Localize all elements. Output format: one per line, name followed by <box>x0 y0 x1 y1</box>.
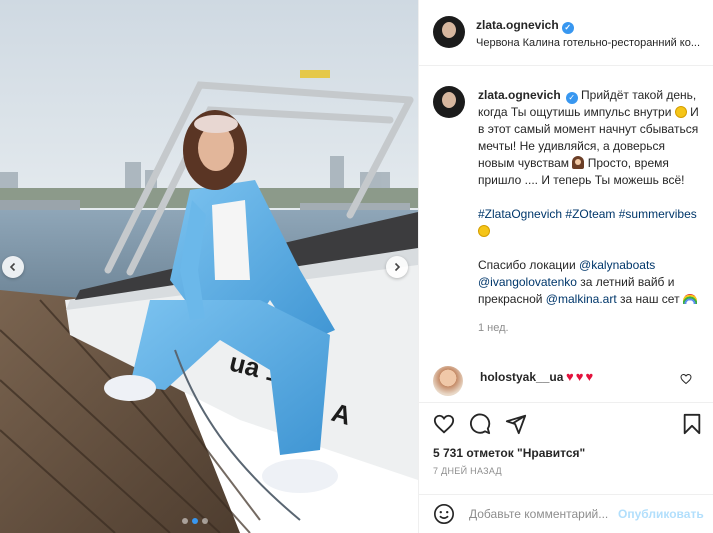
hashtag-link[interactable]: #ZlataOgnevich <box>478 207 562 221</box>
hashtags: #ZlataOgnevich #ZOteam #summervibes <box>478 206 702 240</box>
share-icon[interactable] <box>505 413 527 435</box>
likes-count[interactable]: 5 731 отметок "Нравится" <box>433 446 585 460</box>
publish-comment-button[interactable]: Опубликовать <box>618 507 704 521</box>
author-avatar[interactable] <box>433 16 465 48</box>
carousel-dot <box>182 518 188 524</box>
commenter-username[interactable]: holostyak__ua <box>480 370 563 384</box>
post-photo: ua 120 A <box>0 0 418 533</box>
heart-icon[interactable] <box>433 413 455 435</box>
caption-body: zlata.ognevich ✓ Прийдёт такой день, когд… <box>478 87 702 189</box>
thanks-text: Спасибо локации @kalynaboats @ivangolova… <box>478 257 702 308</box>
caption-time[interactable]: 1 нед. <box>478 320 702 337</box>
commenter-avatar[interactable] <box>433 366 463 396</box>
carousel-dot <box>202 518 208 524</box>
woman-emoji <box>572 156 585 169</box>
post-actions: 5 731 отметок "Нравится" 7 ДНЕЙ НАЗАД <box>419 402 713 494</box>
next-photo-button[interactable] <box>386 256 408 278</box>
post-header: zlata.ognevich ✓ Червона Калина готельно-… <box>419 0 713 66</box>
author-username-line: zlata.ognevich ✓ <box>476 18 574 34</box>
comment-icon[interactable] <box>469 413 491 435</box>
post-date: 7 ДНЕЙ НАЗАД <box>433 466 502 476</box>
caption-username[interactable]: zlata.ognevich <box>478 88 561 102</box>
chevron-left-icon <box>9 262 16 272</box>
sun-emoji <box>478 225 490 237</box>
post-details-pane: zlata.ognevich ✓ Червона Калина готельно-… <box>418 0 713 533</box>
bookmark-icon[interactable] <box>682 413 702 435</box>
heart-icon[interactable] <box>680 373 692 385</box>
verified-icon: ✓ <box>565 92 578 104</box>
chevron-right-icon <box>394 262 401 272</box>
carousel-indicator <box>182 518 208 524</box>
comment-text: ♥♥♥ <box>566 369 596 384</box>
emoji-icon[interactable] <box>433 503 455 525</box>
caption-text: zlata.ognevich ✓ Прийдёт такой день, когд… <box>478 87 702 337</box>
thanks-prefix: Спасибо локации <box>478 258 576 272</box>
comments-section: zlata.ognevich ✓ Прийдёт такой день, когд… <box>419 66 713 402</box>
mention-link[interactable]: @ivangolovatenko <box>478 275 577 289</box>
thanks-suffix: за наш сет <box>620 292 680 306</box>
rainbow-emoji <box>682 294 697 304</box>
photo-scene: ua 120 A <box>0 0 418 533</box>
verified-icon: ✓ <box>561 22 574 34</box>
sun-emoji <box>674 106 687 118</box>
caption-avatar[interactable] <box>433 86 465 118</box>
mention-link[interactable]: @malkina.art <box>546 292 617 306</box>
post-location[interactable]: Червона Калина готельно-ресторанний ко..… <box>476 37 706 49</box>
hashtag-link[interactable]: #summervibes <box>619 207 697 221</box>
carousel-dot-active <box>192 518 198 524</box>
mention-link[interactable]: @kalynaboats <box>579 258 655 272</box>
comment-item: holostyak__ua ♥♥♥ <box>433 366 703 398</box>
comment-input[interactable] <box>469 504 609 524</box>
hashtag-link[interactable]: #ZOteam <box>565 207 615 221</box>
author-username[interactable]: zlata.ognevich <box>476 18 559 32</box>
previous-photo-button[interactable] <box>2 256 24 278</box>
add-comment-bar: Опубликовать <box>419 494 713 533</box>
